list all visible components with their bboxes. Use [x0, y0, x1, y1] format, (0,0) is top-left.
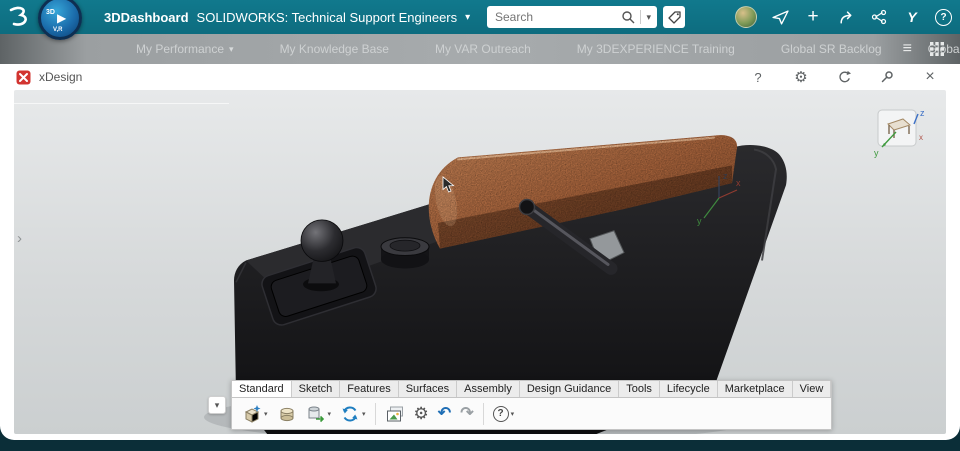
- dassault-3ds-logo[interactable]: [7, 6, 33, 28]
- export-data-icon: [308, 406, 324, 422]
- search-divider: [640, 10, 642, 24]
- export-data-button[interactable]: ▾: [306, 404, 331, 424]
- ribbon-tab-standard[interactable]: Standard: [232, 381, 292, 397]
- ribbon-tab-view[interactable]: View: [792, 381, 832, 397]
- share-message-icon[interactable]: [770, 7, 790, 27]
- dashboard-tab-bar: My Performance ▾ My Knowledge Base My VA…: [0, 34, 960, 64]
- ribbon-tab-marketplace[interactable]: Marketplace: [717, 381, 793, 397]
- share-nodes-icon[interactable]: [869, 7, 889, 27]
- viewcube-z-label: z: [920, 108, 925, 118]
- revolve-body-button[interactable]: [277, 404, 297, 424]
- search-icon[interactable]: [621, 10, 635, 24]
- search-input[interactable]: [495, 10, 622, 24]
- ribbon-tab-sketch[interactable]: Sketch: [291, 381, 341, 397]
- gear-icon: ⚙: [413, 404, 429, 423]
- add-content-icon[interactable]: +: [803, 6, 823, 27]
- ribbon-tab-tools[interactable]: Tools: [619, 381, 660, 397]
- ribbon-collapse-button[interactable]: ▾: [208, 396, 226, 414]
- dashboard-context-title[interactable]: SOLIDWORKS: Technical Support Engineers: [197, 10, 458, 25]
- compass-3d-label: 3D: [46, 9, 55, 16]
- undo-button[interactable]: ↶: [437, 404, 452, 422]
- avatar[interactable]: [735, 6, 757, 28]
- pin-icon[interactable]: [879, 69, 895, 85]
- ribbon-tab-features[interactable]: Features: [340, 381, 399, 397]
- ribbon-tab-strip: Standard Sketch Features Surfaces Assemb…: [231, 380, 833, 397]
- left-panel-expand-icon[interactable]: ›: [17, 230, 22, 247]
- 3d-viewport[interactable]: › y z x z x y ▾ Standard Sketch Features…: [14, 90, 946, 434]
- xdesign-logo: [16, 70, 31, 84]
- app-grid-icon[interactable]: [930, 42, 944, 56]
- nav-tab-my-3dexperience-training[interactable]: My 3DEXPERIENCE Training: [577, 42, 735, 56]
- capture-image-button[interactable]: [385, 404, 405, 424]
- search-box: ▾: [487, 6, 657, 28]
- redo-icon: ↷: [460, 404, 474, 422]
- insert-part-icon: [244, 404, 261, 423]
- nav-tab-global-sr-backlog[interactable]: Global SR Backlog: [781, 42, 882, 56]
- revolve-body-icon: [280, 407, 294, 421]
- chevron-down-icon: ▾: [229, 43, 234, 54]
- app-help-icon[interactable]: ?: [750, 69, 766, 85]
- insert-part-button[interactable]: ▾: [242, 404, 268, 424]
- xdesign-app-window: xDesign ? ⚙ × › y z x z x y ▾ Standard S…: [0, 64, 960, 440]
- help-icon[interactable]: ?: [935, 8, 952, 26]
- help-menu-button[interactable]: ? ▾: [492, 405, 514, 422]
- ribbon-tab-design-guidance[interactable]: Design Guidance: [519, 381, 620, 397]
- top-app-bar: 3D ▶ V,R 3DDashboard SOLIDWORKS: Technic…: [0, 0, 960, 40]
- app-brand-title: 3DDashboard: [104, 9, 189, 25]
- capture-image-icon: [386, 406, 403, 421]
- sync-update-button[interactable]: ▾: [340, 404, 366, 424]
- ribbon-tab-lifecycle[interactable]: Lifecycle: [659, 381, 718, 397]
- viewcube-x-label: x: [919, 133, 923, 142]
- hamburger-menu-icon[interactable]: ≡: [903, 40, 912, 58]
- tag-icon: [667, 10, 681, 24]
- help-icon: ?: [492, 405, 509, 422]
- app-window-header: xDesign ? ⚙ ×: [0, 64, 960, 90]
- redo-button[interactable]: ↷: [460, 404, 474, 422]
- compass-vr-label: V,R: [53, 27, 63, 33]
- nav-tab-my-knowledge-base[interactable]: My Knowledge Base: [280, 42, 389, 56]
- play-icon: ▶: [57, 11, 67, 25]
- settings-button[interactable]: ⚙: [414, 405, 429, 422]
- refresh-icon[interactable]: [836, 69, 852, 85]
- search-scope-chevron-icon[interactable]: ▾: [646, 12, 651, 23]
- ribbon-toolbar: ▾ Standard Sketch Features Surfaces Asse…: [208, 380, 833, 430]
- toolbar-divider: [482, 402, 484, 425]
- ribbon-tab-assembly[interactable]: Assembly: [457, 381, 520, 397]
- chevron-down-icon[interactable]: ▾: [465, 12, 470, 23]
- tag-button[interactable]: [663, 6, 685, 28]
- ribbon-tab-surfaces[interactable]: Surfaces: [398, 381, 458, 397]
- close-icon[interactable]: ×: [922, 68, 938, 85]
- forward-arrow-icon[interactable]: [836, 7, 856, 27]
- sync-update-icon: [342, 405, 358, 422]
- ribbon-icon-row: ▾ ▾ ▾ ⚙ ↶ ↷ ? ▾: [231, 397, 833, 430]
- nav-tab-my-var-outreach[interactable]: My VAR Outreach: [435, 42, 531, 56]
- app-window-title: xDesign: [39, 70, 83, 84]
- nav-tab-my-performance[interactable]: My Performance ▾: [136, 42, 234, 56]
- undo-icon: ↶: [437, 404, 452, 422]
- swym-community-icon[interactable]: Y: [902, 7, 922, 27]
- view-cube[interactable]: y z x: [872, 104, 930, 160]
- gear-icon[interactable]: ⚙: [793, 69, 809, 86]
- toolbar-divider: [374, 402, 376, 425]
- viewcube-y-label: y: [874, 148, 879, 158]
